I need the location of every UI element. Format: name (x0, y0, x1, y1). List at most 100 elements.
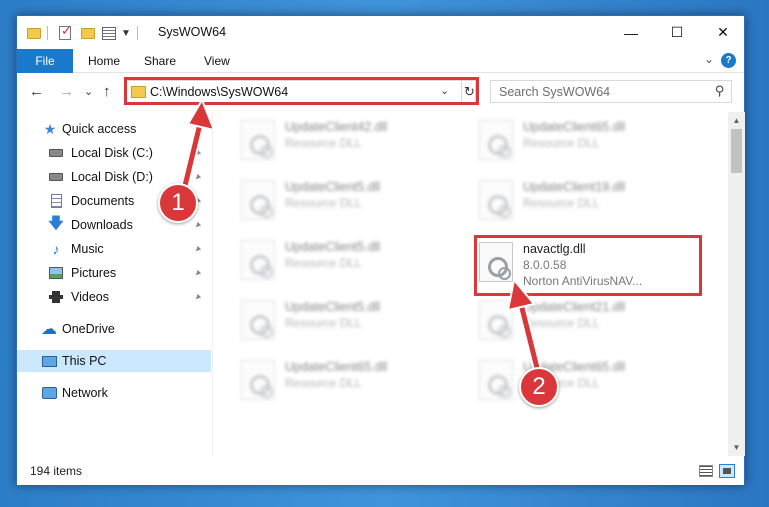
title-bar: ▼ SysWOW64 — ☐ ✕ (17, 16, 744, 49)
network-icon (41, 386, 57, 400)
file-type: Resource DLL (523, 196, 600, 210)
file-item[interactable]: UpdateClient21.dll Resource DLL (451, 296, 676, 344)
sidebar-item-label: Network (62, 386, 108, 400)
properties-icon[interactable] (102, 24, 116, 42)
dll-file-icon (241, 360, 275, 400)
file-item[interactable]: UpdateClient5.dll Resource DLL (213, 296, 438, 344)
pin-icon[interactable]: ▾ (192, 267, 203, 278)
file-item[interactable]: UpdateClient65.dll Resource DLL (451, 116, 676, 164)
scroll-thumb[interactable] (731, 129, 742, 173)
status-bar: 194 items (17, 459, 744, 485)
vertical-scrollbar[interactable]: ▲ ▼ (728, 112, 745, 456)
file-item[interactable]: UpdateClient5.dll Resource DLL (213, 236, 438, 284)
sidebar-item-pictures[interactable]: Pictures ▾ (17, 262, 211, 284)
dll-file-icon (241, 120, 275, 160)
sidebar-item-label: Downloads (71, 218, 133, 232)
address-highlight-box (124, 77, 479, 105)
sidebar-item-local-disk-c[interactable]: Local Disk (C:) ▾ (17, 142, 211, 164)
file-name: UpdateClient5.dll (285, 180, 381, 194)
video-icon (48, 290, 64, 304)
computer-icon (41, 354, 57, 368)
explorer-window: ▼ SysWOW64 — ☐ ✕ File Home Share View ⌄ … (16, 15, 745, 485)
file-item[interactable]: UpdateClient65.dll Resource DLL (451, 356, 676, 404)
callout-badge-one: 1 (158, 183, 198, 223)
details-view-icon[interactable] (699, 465, 713, 477)
tab-share[interactable]: Share (144, 49, 176, 73)
search-icon[interactable]: ⚲ (715, 83, 725, 99)
file-item[interactable]: UpdateClient65.dll Resource DLL (213, 356, 438, 404)
file-name: UpdateClient65.dll (523, 120, 626, 134)
sidebar-item-label: Pictures (71, 266, 117, 280)
new-folder-icon[interactable] (81, 24, 95, 42)
dll-file-icon (241, 240, 275, 280)
dll-file-icon (479, 300, 513, 340)
dll-file-icon (241, 180, 275, 220)
file-type: Resource DLL (285, 196, 362, 210)
sidebar-item-label: Music (71, 242, 104, 256)
music-icon: ♪ (52, 241, 60, 257)
file-name: UpdateClient5.dll (285, 300, 381, 314)
customize-toolbar-dropdown[interactable]: ▼ (121, 24, 131, 42)
sidebar-item-label: Local Disk (D:) (71, 170, 153, 184)
sidebar-item-network[interactable]: Network (17, 382, 211, 404)
search-box[interactable]: Search SysWOW64 ⚲ (490, 80, 732, 103)
back-button[interactable]: ← (29, 83, 44, 100)
dll-file-icon (241, 300, 275, 340)
pin-icon[interactable]: ▾ (192, 291, 203, 302)
properties-check-icon[interactable] (59, 23, 72, 42)
dll-file-icon (479, 180, 513, 220)
pin-icon[interactable]: ▾ (192, 219, 203, 230)
folder-icon (27, 24, 41, 42)
pictures-icon (48, 266, 64, 280)
file-type: Resource DLL (285, 256, 362, 270)
file-name: UpdateClient65.dll (285, 360, 388, 374)
sidebar-item-this-pc[interactable]: This PC (17, 350, 211, 372)
file-item[interactable]: UpdateClient42.dll Resource DLL (213, 116, 438, 164)
pin-icon[interactable]: ▾ (192, 243, 203, 254)
pin-icon[interactable]: ▾ (192, 171, 203, 182)
maximize-button[interactable]: ☐ (654, 16, 700, 49)
recent-locations-button[interactable]: ⌄ (84, 85, 93, 98)
pin-icon[interactable]: ▾ (192, 147, 203, 158)
expand-ribbon-icon[interactable]: ⌄ (704, 52, 714, 66)
close-button[interactable]: ✕ (700, 16, 746, 49)
document-icon (48, 194, 64, 208)
item-count: 194 items (30, 464, 83, 478)
scroll-up-icon[interactable]: ▲ (728, 112, 745, 129)
drive-icon (48, 170, 64, 184)
file-name: UpdateClient21.dll (523, 300, 626, 314)
window-title: SysWOW64 (158, 25, 227, 39)
file-type: Resource DLL (523, 316, 600, 330)
file-type: Resource DLL (285, 376, 362, 390)
download-icon: 🡇 (48, 214, 64, 232)
sidebar-item-music[interactable]: ♪ Music ▾ (17, 238, 211, 260)
separator (137, 24, 138, 42)
separator (47, 24, 48, 42)
sidebar-item-onedrive[interactable]: ☁ OneDrive (17, 318, 211, 340)
cloud-icon: ☁ (41, 321, 57, 338)
tab-view[interactable]: View (204, 49, 230, 73)
scroll-down-icon[interactable]: ▼ (728, 439, 745, 456)
sidebar-item-quick-access[interactable]: ★ Quick access (17, 118, 211, 140)
file-type: Resource DLL (285, 136, 362, 150)
file-item[interactable]: UpdateClient19.dll Resource DLL (451, 176, 676, 224)
dll-file-icon (479, 120, 513, 160)
navigation-bar: ← → ⌄ ↑ C:\Windows\SysWOW64 ⌄ ↻ Search S… (17, 74, 744, 108)
callout-badge-two: 2 (519, 367, 559, 407)
up-button[interactable]: ↑ (103, 83, 111, 100)
sidebar-item-label: Quick access (62, 122, 137, 136)
sidebar-item-videos[interactable]: Videos ▾ (17, 286, 211, 308)
navigation-pane: ★ Quick access Local Disk (C:) ▾ Local D… (17, 112, 211, 456)
file-type: Resource DLL (285, 316, 362, 330)
help-icon[interactable]: ? (721, 53, 736, 68)
tab-file[interactable]: File (17, 49, 73, 73)
large-icons-view-icon[interactable] (719, 464, 735, 478)
sidebar-item-label: OneDrive (62, 322, 115, 336)
minimize-button[interactable]: — (608, 16, 654, 49)
forward-button[interactable]: → (59, 83, 74, 100)
dll-file-icon (479, 360, 513, 400)
tab-home[interactable]: Home (88, 49, 120, 73)
file-item[interactable]: UpdateClient5.dll Resource DLL (213, 176, 438, 224)
sidebar-item-label: Documents (71, 194, 135, 208)
file-name: UpdateClient42.dll (285, 120, 388, 134)
